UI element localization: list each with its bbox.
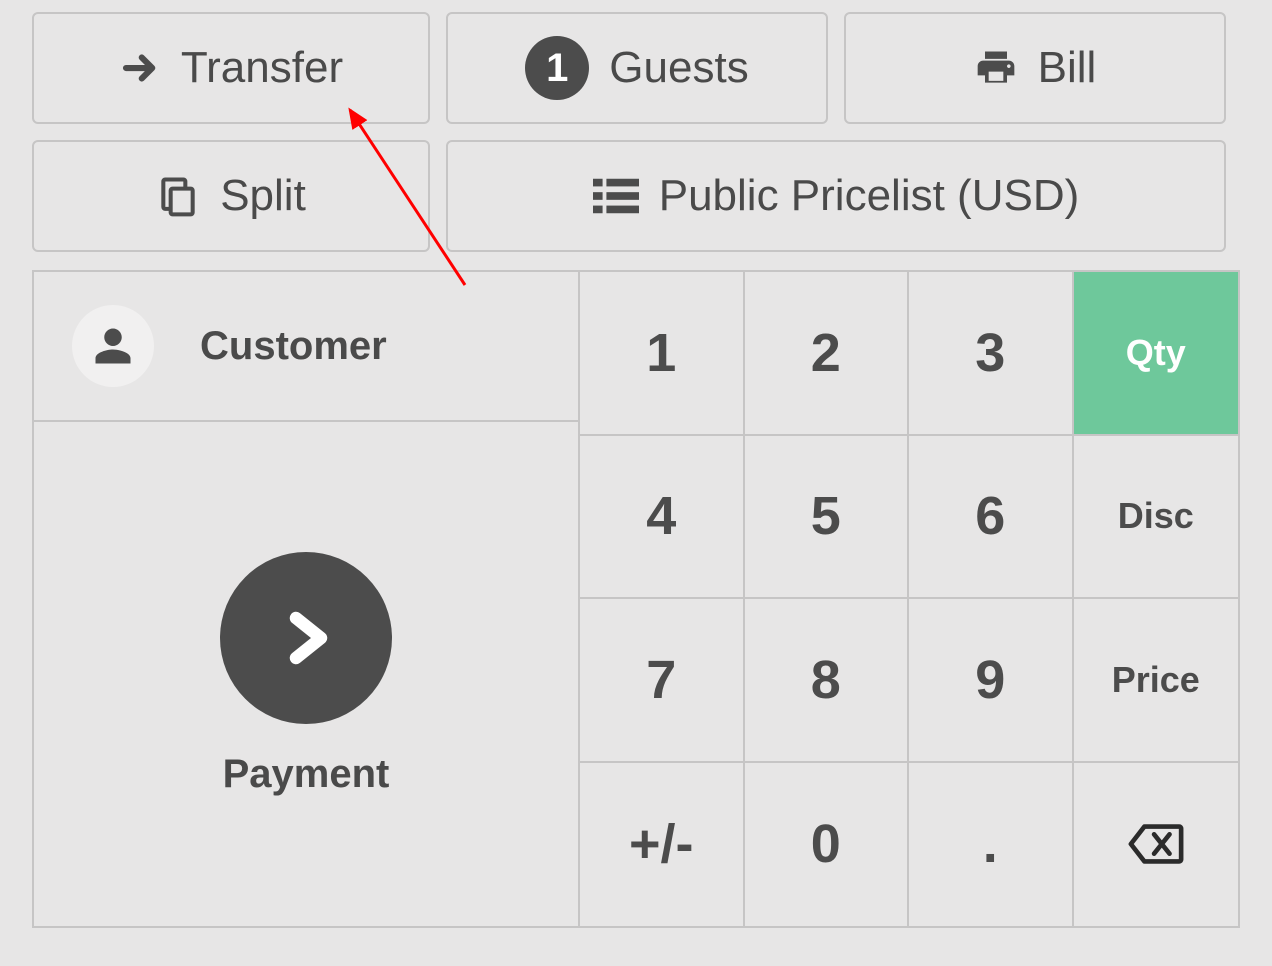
key-2[interactable]: 2: [745, 272, 910, 436]
pricelist-label: Public Pricelist (USD): [659, 171, 1080, 221]
payment-label: Payment: [223, 752, 390, 797]
list-icon: [593, 175, 639, 217]
customer-label: Customer: [200, 324, 387, 369]
bill-button[interactable]: Bill: [844, 12, 1226, 124]
key-disc[interactable]: Disc: [1074, 436, 1239, 600]
key-1[interactable]: 1: [580, 272, 745, 436]
key-backspace[interactable]: [1074, 763, 1239, 927]
key-3[interactable]: 3: [909, 272, 1074, 436]
action-row-2: Split Public Pricelist (USD): [32, 140, 1240, 252]
guests-button[interactable]: 1 Guests: [446, 12, 828, 124]
copy-icon: [156, 174, 200, 218]
guests-count-badge: 1: [525, 36, 589, 100]
key-7[interactable]: 7: [580, 599, 745, 763]
numeric-keypad: 1 2 3 Qty 4 5 6 Disc 7 8 9 Price +/- 0 .: [580, 272, 1238, 926]
key-6[interactable]: 6: [909, 436, 1074, 600]
payment-button[interactable]: Payment: [34, 422, 578, 926]
key-4[interactable]: 4: [580, 436, 745, 600]
left-panel: Customer Payment: [34, 272, 580, 926]
customer-button[interactable]: Customer: [34, 272, 578, 422]
transfer-label: Transfer: [181, 43, 343, 93]
transfer-button[interactable]: Transfer: [32, 12, 430, 124]
user-icon: [72, 305, 154, 387]
key-5[interactable]: 5: [745, 436, 910, 600]
key-qty[interactable]: Qty: [1074, 272, 1239, 436]
backspace-icon: [1127, 822, 1185, 866]
guests-label: Guests: [609, 43, 748, 93]
bill-label: Bill: [1038, 43, 1097, 93]
key-0[interactable]: 0: [745, 763, 910, 927]
key-8[interactable]: 8: [745, 599, 910, 763]
chevron-right-icon: [220, 552, 392, 724]
split-button[interactable]: Split: [32, 140, 430, 252]
arrow-right-icon: [119, 47, 161, 89]
key-dot[interactable]: .: [909, 763, 1074, 927]
printer-icon: [974, 46, 1018, 90]
key-plusminus[interactable]: +/-: [580, 763, 745, 927]
split-label: Split: [220, 171, 306, 221]
key-price[interactable]: Price: [1074, 599, 1239, 763]
action-row-1: Transfer 1 Guests Bill: [32, 12, 1240, 124]
main-panel: Customer Payment 1 2 3 Qty 4 5 6 Disc 7 …: [32, 270, 1240, 928]
key-9[interactable]: 9: [909, 599, 1074, 763]
pricelist-button[interactable]: Public Pricelist (USD): [446, 140, 1226, 252]
